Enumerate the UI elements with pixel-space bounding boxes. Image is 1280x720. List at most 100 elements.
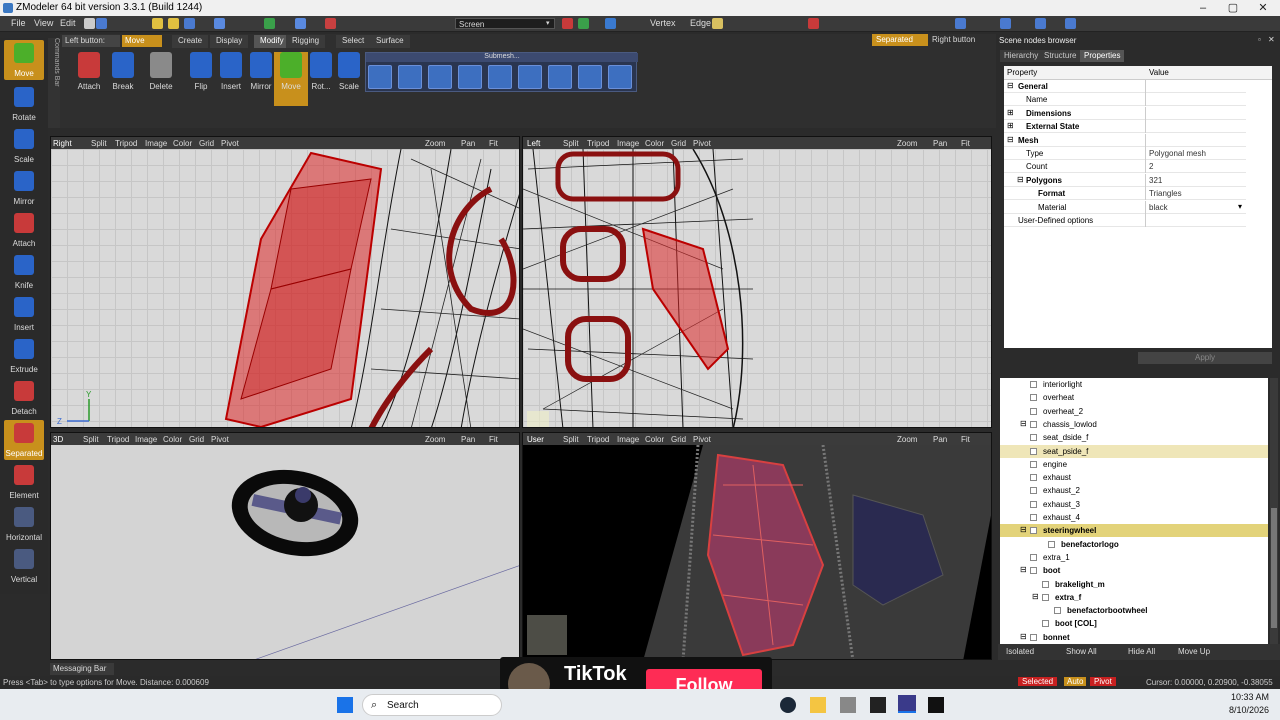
tree-item[interactable]: benefactorlogo	[1000, 538, 1268, 551]
viewport-tripod[interactable]: Tripod	[587, 435, 609, 444]
submesh-tool-icon[interactable]	[608, 65, 632, 89]
show-all-button[interactable]: Show All	[1066, 647, 1097, 656]
viewport-canvas[interactable]	[51, 445, 519, 659]
tree-item[interactable]: overheat_2	[1000, 405, 1268, 418]
expand-icon[interactable]: ⊟	[1032, 592, 1039, 601]
ribbon-scale-button[interactable]: Scale	[332, 52, 366, 106]
tool-vertical-button[interactable]: Vertical	[4, 546, 44, 586]
visibility-checkbox[interactable]	[1030, 460, 1037, 468]
tree-item[interactable]: seat_pside_f	[1000, 444, 1268, 458]
viewport-pivot[interactable]: Pivot	[221, 139, 239, 148]
clear-selection-icon[interactable]	[562, 18, 573, 29]
viewport-zoom[interactable]: Zoom	[425, 435, 445, 444]
tab-surface[interactable]: Surface	[370, 35, 410, 48]
submesh-tool-icon[interactable]	[488, 65, 512, 89]
property-row[interactable]: Type Polygonal mesh	[1004, 147, 1246, 160]
visibility-checkbox[interactable]	[1030, 407, 1037, 415]
viewport-fit[interactable]: Fit	[961, 435, 970, 444]
maximize-icon[interactable]: ▢	[1218, 0, 1248, 16]
edge-mode[interactable]: Edge	[690, 18, 711, 28]
clock-time[interactable]: 10:33 AM	[1231, 692, 1269, 702]
visibility-checkbox[interactable]	[1030, 447, 1037, 455]
tool-mirror-button[interactable]: Mirror	[4, 168, 44, 208]
app-icon[interactable]	[928, 697, 944, 713]
visibility-checkbox[interactable]	[1030, 394, 1037, 402]
viewport-name[interactable]: Left	[527, 139, 540, 148]
visibility-checkbox[interactable]	[1042, 580, 1049, 588]
tree-item[interactable]: seat_dside_f	[1000, 431, 1268, 444]
view-icon-4[interactable]	[1065, 18, 1076, 29]
expand-icon[interactable]: ⊟	[1020, 565, 1027, 574]
tree-item[interactable]: overheat	[1000, 391, 1268, 404]
submesh-tool-icon[interactable]	[548, 65, 572, 89]
viewport-tripod[interactable]: Tripod	[107, 435, 129, 444]
viewport-pivot[interactable]: Pivot	[693, 435, 711, 444]
expand-icon[interactable]: ⊟	[1020, 419, 1027, 428]
viewport-tripod[interactable]: Tripod	[587, 139, 609, 148]
viewport-canvas[interactable]	[523, 148, 991, 427]
viewport-canvas[interactable]: Y Z	[51, 148, 519, 427]
tree-item[interactable]: ⊟ boot	[1000, 564, 1268, 577]
scrollbar-thumb[interactable]	[1271, 508, 1277, 628]
visibility-checkbox[interactable]	[1042, 620, 1049, 628]
expand-icon[interactable]: ⊞	[1007, 121, 1014, 130]
viewport-color[interactable]: Color	[645, 139, 664, 148]
tree-item[interactable]: brakelight_m	[1000, 578, 1268, 591]
zmodeler-taskbar-icon[interactable]	[898, 695, 916, 713]
viewport-split[interactable]: Split	[83, 435, 99, 444]
viewport-grid[interactable]: Grid	[199, 139, 214, 148]
visibility-checkbox[interactable]	[1054, 607, 1061, 615]
tree-item[interactable]: benefactorbootwheel	[1000, 604, 1268, 617]
tree-item[interactable]: ⊟ extra_f	[1000, 591, 1268, 604]
viewport-name[interactable]: 3D	[53, 435, 63, 444]
menu-file[interactable]: File	[11, 18, 26, 28]
folder-icon[interactable]	[810, 697, 826, 713]
hide-all-button[interactable]: Hide All	[1128, 647, 1155, 656]
viewport-fit[interactable]: Fit	[489, 435, 498, 444]
submesh-tool-icon[interactable]	[398, 65, 422, 89]
ribbon-move-button[interactable]: Move	[274, 52, 308, 106]
screen-select[interactable]: Screen ▾	[455, 18, 555, 29]
commands-bar[interactable]: Commands Bar	[48, 38, 60, 128]
tool-horizontal-button[interactable]: Horizontal	[4, 504, 44, 544]
submesh-tool-icon[interactable]	[368, 65, 392, 89]
viewport-fit[interactable]: Fit	[961, 139, 970, 148]
minimize-icon[interactable]: –	[1188, 0, 1218, 16]
tool-insert-button[interactable]: Insert	[4, 294, 44, 334]
tree-item[interactable]: boot [COL]	[1000, 617, 1268, 630]
tool-knife-button[interactable]: Knife	[4, 252, 44, 292]
separated-mode[interactable]: Separated	[872, 34, 928, 46]
chevron-down-icon[interactable]: ▾	[1238, 202, 1242, 211]
selected-badge[interactable]: Selected	[1018, 677, 1058, 686]
tool-element-button[interactable]: Element	[4, 462, 44, 502]
pivot-badge[interactable]: Pivot	[1090, 677, 1116, 686]
select-y-icon[interactable]	[578, 18, 589, 29]
viewport-canvas[interactable]	[523, 444, 991, 659]
undo-arrow-icon[interactable]	[295, 18, 306, 29]
collapse-icon[interactable]: ⊟	[1017, 175, 1024, 184]
tree-item[interactable]: exhaust	[1000, 471, 1268, 484]
pin-icon[interactable]: ▫	[1258, 35, 1261, 44]
viewport-fit[interactable]: Fit	[489, 139, 498, 148]
expand-icon[interactable]: ⊟	[1020, 525, 1027, 534]
visibility-checkbox[interactable]	[1030, 527, 1037, 535]
search-input[interactable]: ⌕ Search	[362, 694, 502, 716]
visibility-checkbox[interactable]	[1048, 540, 1055, 548]
viewport-grid[interactable]: Grid	[671, 435, 686, 444]
app-icon[interactable]	[840, 697, 856, 713]
tree-item[interactable]: exhaust_3	[1000, 498, 1268, 511]
steam-icon[interactable]	[780, 697, 796, 713]
tool-extrude-button[interactable]: Extrude	[4, 336, 44, 376]
view-icon-3[interactable]	[1035, 18, 1046, 29]
viewport-pan[interactable]: Pan	[461, 435, 475, 444]
new-file-icon[interactable]	[152, 18, 163, 29]
tree-item[interactable]: ⊟ bonnet	[1000, 631, 1268, 644]
viewport-tripod[interactable]: Tripod	[115, 139, 137, 148]
property-row[interactable]: Material black ▾	[1004, 200, 1246, 214]
visibility-checkbox[interactable]	[1030, 487, 1037, 495]
viewport-pivot[interactable]: Pivot	[211, 435, 229, 444]
visibility-checkbox[interactable]	[1030, 633, 1037, 641]
viewport-image[interactable]: Image	[617, 139, 639, 148]
tab-structure[interactable]: Structure	[1040, 50, 1081, 62]
submesh-tool-icon[interactable]	[428, 65, 452, 89]
